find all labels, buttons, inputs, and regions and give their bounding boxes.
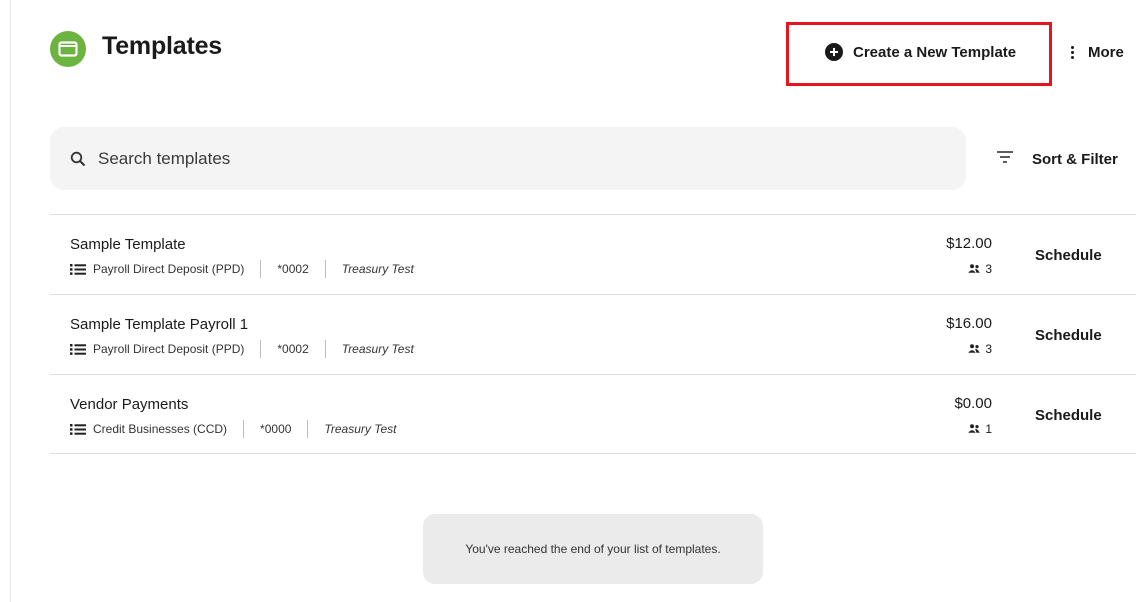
list-icon xyxy=(70,423,86,435)
template-name: Vendor Payments xyxy=(70,396,189,413)
schedule-button[interactable]: Schedule xyxy=(1035,407,1102,424)
people-icon xyxy=(968,422,981,436)
create-template-button[interactable]: Create a New Template xyxy=(825,38,1016,66)
sort-filter-button[interactable]: Sort & Filter xyxy=(996,146,1118,172)
template-account: *0000 xyxy=(260,422,292,436)
template-type: Credit Businesses (CCD) xyxy=(93,422,228,436)
recipient-count-value: 1 xyxy=(985,422,992,436)
template-meta: Payroll Direct Deposit (PPD) *0002 Treas… xyxy=(70,340,414,358)
recipient-count: 1 xyxy=(968,422,992,436)
templates-page: Templates Create a New Template More Sea… xyxy=(0,0,1136,602)
meta-divider xyxy=(260,340,262,358)
meta-divider xyxy=(243,420,245,438)
create-template-label: Create a New Template xyxy=(853,43,1017,61)
folder-icon xyxy=(50,31,86,67)
people-icon xyxy=(968,262,981,276)
recipient-count: 3 xyxy=(968,262,992,276)
recipient-count: 3 xyxy=(968,342,992,356)
template-row[interactable]: Sample Template Payroll Direct Deposit (… xyxy=(50,214,1136,294)
template-company: Treasury Test xyxy=(341,262,414,276)
template-row[interactable]: Vendor Payments Credit Businesses (CCD) … xyxy=(50,374,1136,454)
schedule-button[interactable]: Schedule xyxy=(1035,327,1102,344)
more-label: More xyxy=(1088,43,1124,61)
plus-circle-icon xyxy=(825,43,843,61)
template-company: Treasury Test xyxy=(341,342,414,356)
search-input[interactable] xyxy=(98,148,878,169)
page-title: Templates xyxy=(102,32,223,60)
end-of-list-message: You've reached the end of your list of t… xyxy=(423,514,763,584)
recipient-count-value: 3 xyxy=(985,342,992,356)
sort-filter-label: Sort & Filter xyxy=(1032,150,1118,168)
template-type: Payroll Direct Deposit (PPD) xyxy=(93,262,245,276)
template-amount: $16.00 xyxy=(946,315,992,332)
template-account: *0002 xyxy=(277,262,309,276)
people-icon xyxy=(968,342,981,356)
search-icon xyxy=(70,151,86,167)
filter-lines-icon xyxy=(996,150,1014,169)
meta-divider xyxy=(307,420,309,438)
kebab-menu-icon xyxy=(1068,45,1076,59)
template-name: Sample Template xyxy=(70,236,186,253)
meta-divider xyxy=(260,260,262,278)
template-row[interactable]: Sample Template Payroll 1 Payroll Direct… xyxy=(50,294,1136,374)
template-meta: Payroll Direct Deposit (PPD) *0002 Treas… xyxy=(70,260,414,278)
list-icon xyxy=(70,343,86,355)
template-amount: $12.00 xyxy=(946,235,992,252)
page-header: Templates Create a New Template More xyxy=(0,0,1136,100)
search-bar[interactable] xyxy=(50,127,966,190)
meta-divider xyxy=(324,340,326,358)
recipient-count-value: 3 xyxy=(985,262,992,276)
template-account: *0002 xyxy=(277,342,309,356)
template-meta: Credit Businesses (CCD) *0000 Treasury T… xyxy=(70,420,396,438)
templates-list: Sample Template Payroll Direct Deposit (… xyxy=(50,214,1136,454)
schedule-button[interactable]: Schedule xyxy=(1035,247,1102,264)
template-name: Sample Template Payroll 1 xyxy=(70,316,249,333)
template-company: Treasury Test xyxy=(324,422,397,436)
list-icon xyxy=(70,263,86,275)
more-button[interactable]: More xyxy=(1068,38,1124,66)
template-type: Payroll Direct Deposit (PPD) xyxy=(93,342,245,356)
template-amount: $0.00 xyxy=(954,395,992,412)
meta-divider xyxy=(324,260,326,278)
